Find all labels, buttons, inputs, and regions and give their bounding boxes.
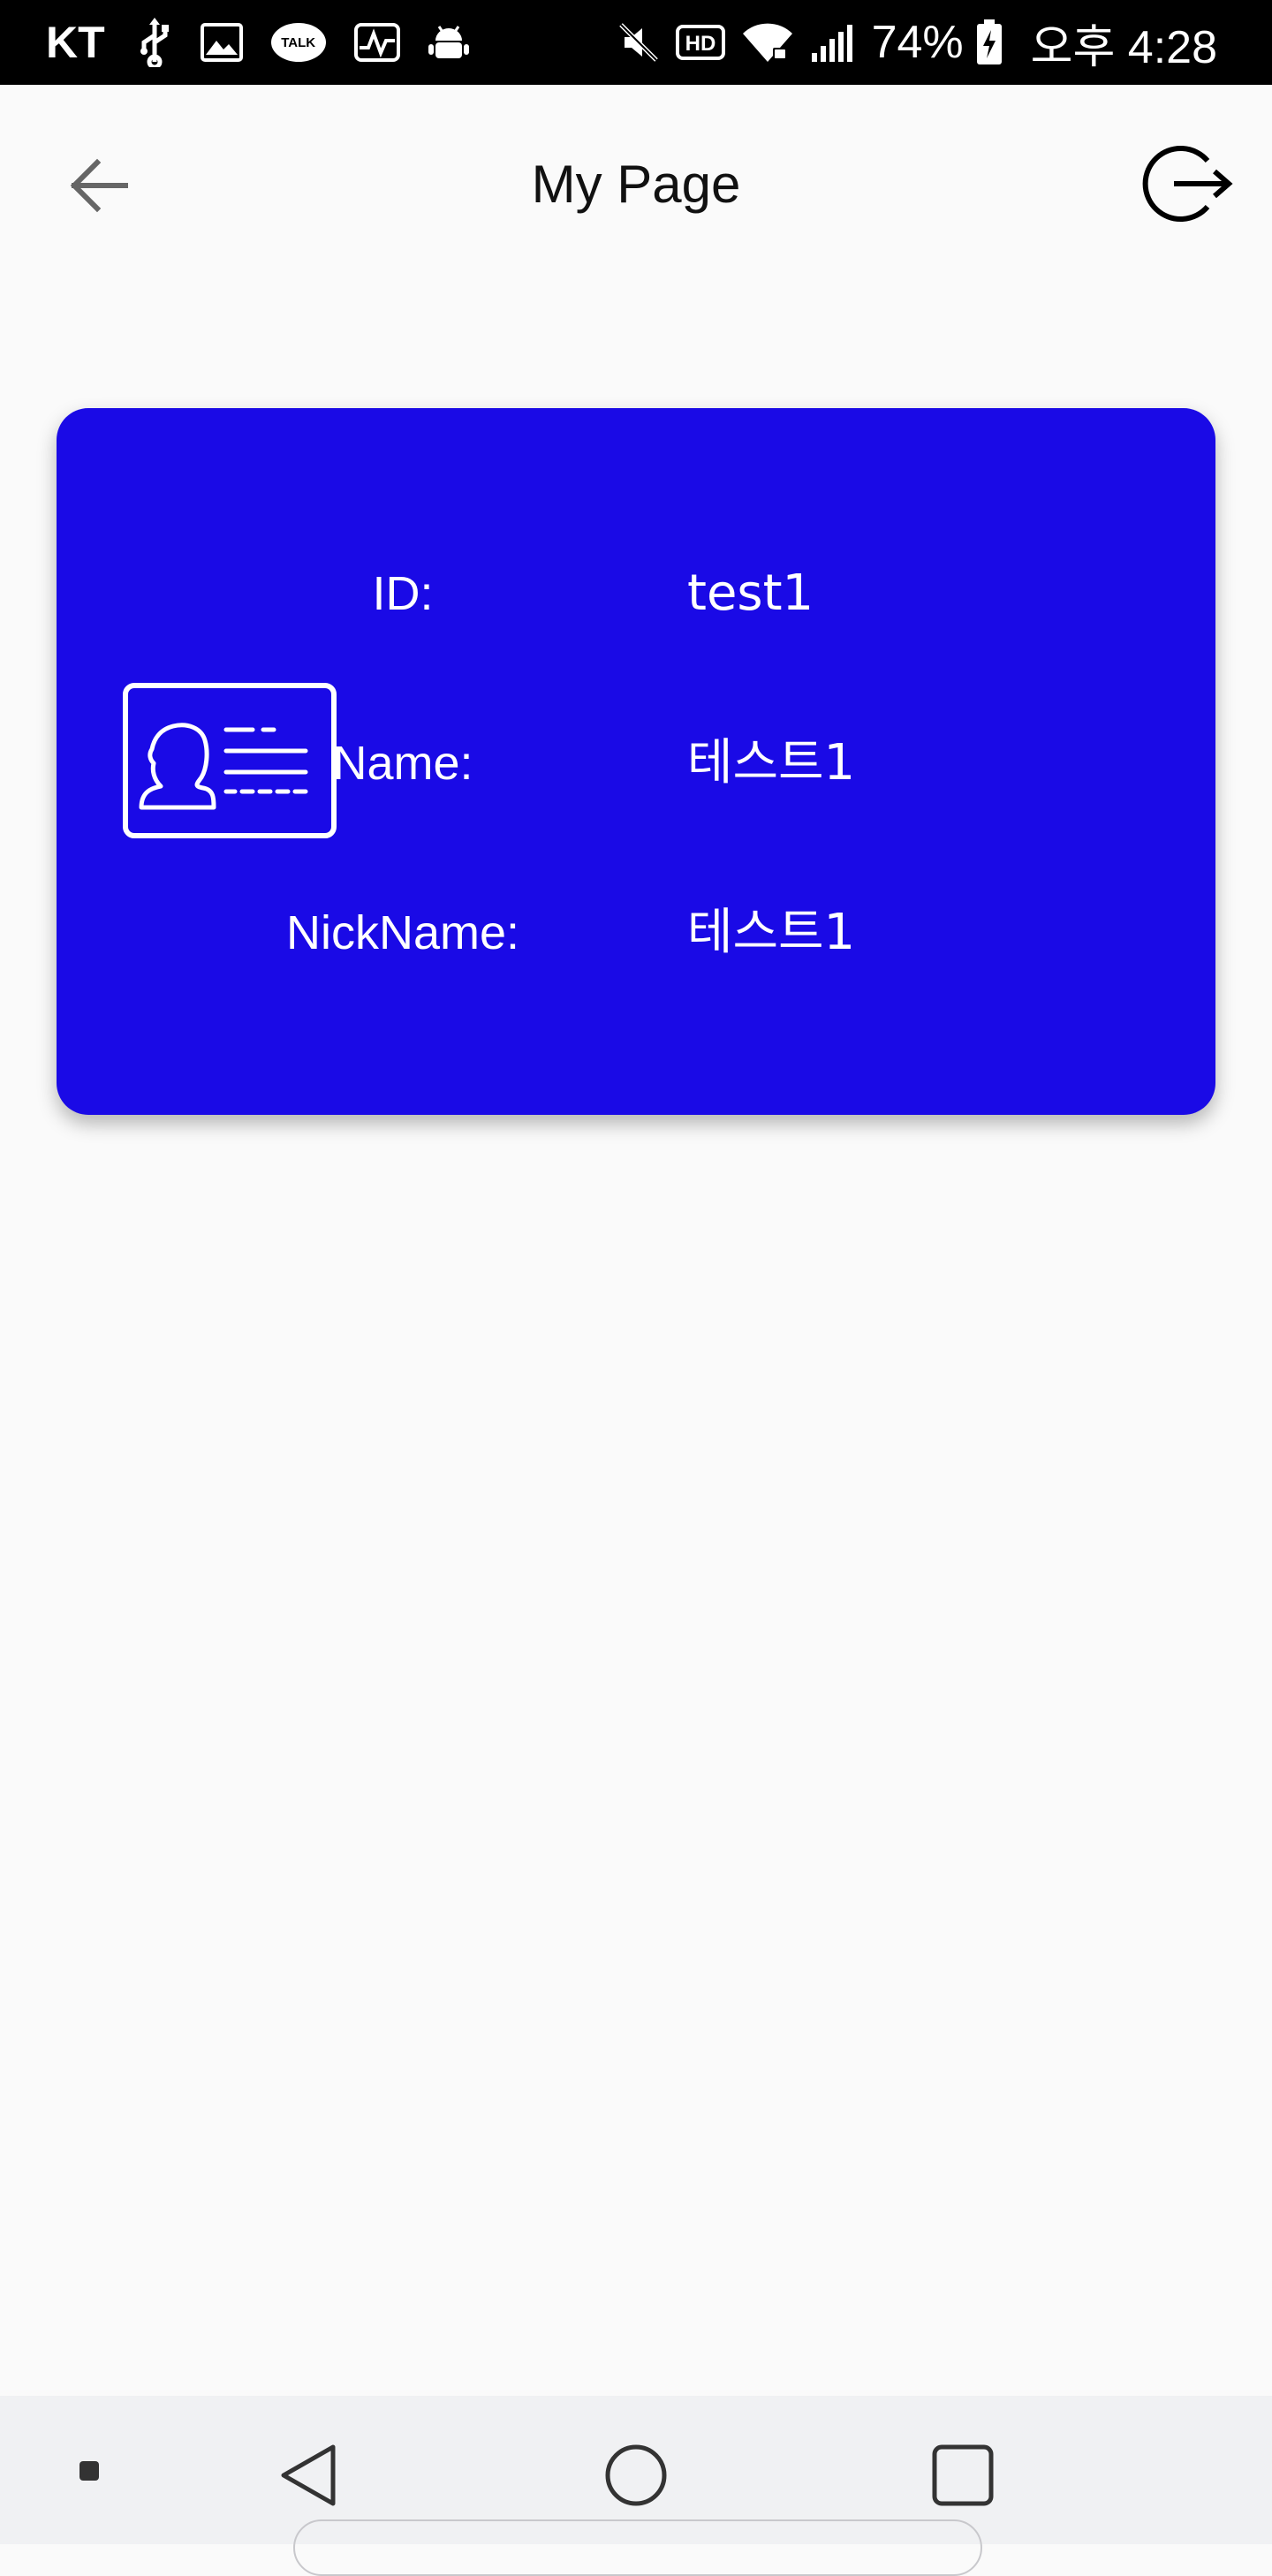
signal-icon [810, 21, 856, 64]
name-label: Name: [332, 737, 473, 790]
info-row-nickname: NickName: 테스트1 [57, 898, 1215, 968]
nickname-label: NickName: [285, 906, 520, 959]
nav-home-button[interactable] [601, 2440, 671, 2511]
status-bar-left: KT TALK [46, 17, 497, 68]
nav-dot-button[interactable] [76, 2458, 102, 2484]
app-bar: My Page [0, 85, 1272, 286]
navigation-bar [0, 2396, 1272, 2576]
info-row-id: ID: test1 [57, 558, 1215, 629]
page-title: My Page [531, 155, 741, 214]
info-row-name: Name: 테스트1 [57, 728, 1215, 799]
square-recent-icon [932, 2444, 994, 2506]
activity-icon [353, 23, 400, 62]
nav-back-button[interactable] [274, 2440, 344, 2511]
status-bar: KT TALK HD 74% 오후 4:28 [0, 0, 1272, 85]
logout-icon [1142, 146, 1233, 222]
status-bar-right: HD 74% 오후 4:28 [617, 10, 1217, 76]
profile-card: ID: test1 Name: 테스트1 NickName: 테스트1 [57, 408, 1215, 1115]
dot-icon [80, 2461, 99, 2481]
carrier-label: KT [46, 18, 105, 67]
circle-home-icon [605, 2444, 667, 2506]
clock: 오후 4:28 [1030, 21, 1217, 73]
battery-percent: 74% [871, 17, 964, 68]
android-debug-icon [428, 21, 469, 64]
kakaotalk-icon: TALK [270, 23, 326, 62]
wifi-icon [741, 21, 794, 64]
id-label: ID: [372, 567, 434, 620]
talk-badge: TALK [270, 23, 326, 62]
battery-charging-icon [976, 19, 1003, 65]
usb-icon [137, 18, 172, 67]
gesture-handle[interactable] [293, 2519, 982, 2576]
logout-button[interactable] [1140, 140, 1237, 228]
svg-text:HD: HD [685, 32, 716, 56]
nickname-value: 테스트1 [687, 904, 856, 961]
id-value: test1 [687, 564, 814, 622]
mute-icon [617, 21, 660, 64]
image-icon [200, 23, 243, 62]
nav-recent-button[interactable] [928, 2440, 998, 2511]
triangle-back-icon [281, 2444, 336, 2506]
hd-icon: HD [675, 25, 725, 60]
name-value: 테스트1 [687, 734, 856, 792]
